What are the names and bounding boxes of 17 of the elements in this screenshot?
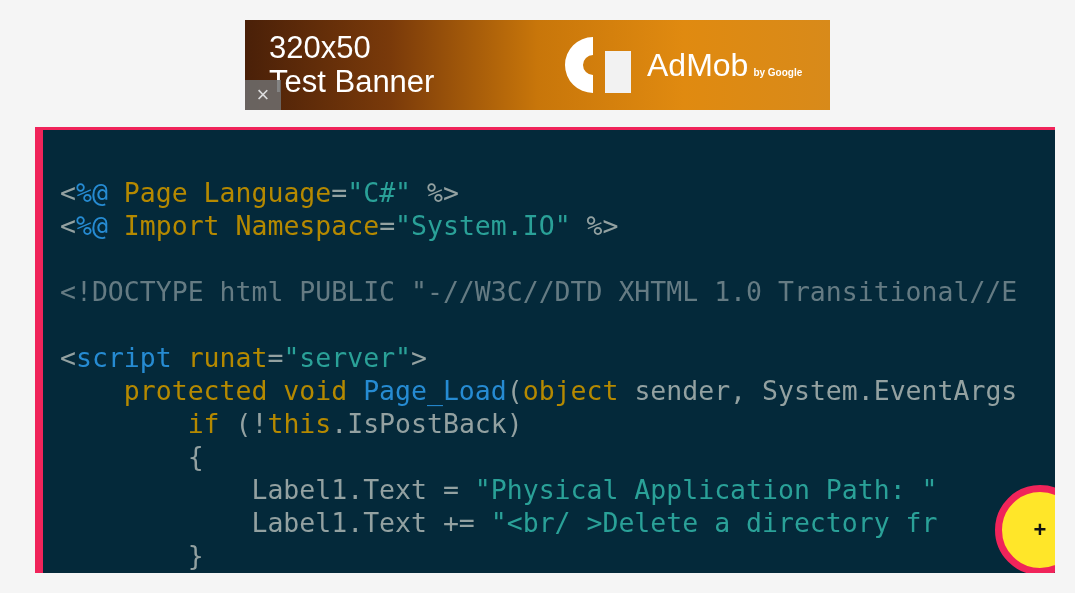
admob-logo-icon <box>563 35 633 95</box>
banner-brand: AdMob <box>647 46 749 84</box>
code-line: <%@ Import Namespace="System.IO" %> <box>60 209 619 242</box>
code-line: protected void Page_Load(object sender, System.EventArgs <box>122 374 1018 407</box>
add-button[interactable]: + <box>995 485 1055 573</box>
banner-byline: by Google <box>753 66 803 78</box>
code-line: <%@ Page Language="C#" %> <box>60 176 459 209</box>
ad-banner[interactable]: 320x50 Test Banner AdMob by Google × <box>245 20 830 110</box>
code-line: <!DOCTYPE html PUBLIC "-//W3C//DTD XHTML 1.0 Transitional//E <box>60 275 1018 308</box>
code-line: } <box>186 539 204 572</box>
code-line: { <box>186 440 204 473</box>
banner-size-text: 320x50 <box>269 31 372 65</box>
code-line: Label1.Text += "<br/ >Delete a directory fr <box>250 506 938 539</box>
close-button[interactable]: × <box>245 80 281 110</box>
code-line: Label1.Text = "Physical Application Path: " <box>250 473 938 506</box>
code-line: <script runat="server"> <box>60 341 427 374</box>
code-line: if (!this.IsPostBack) <box>186 407 523 440</box>
